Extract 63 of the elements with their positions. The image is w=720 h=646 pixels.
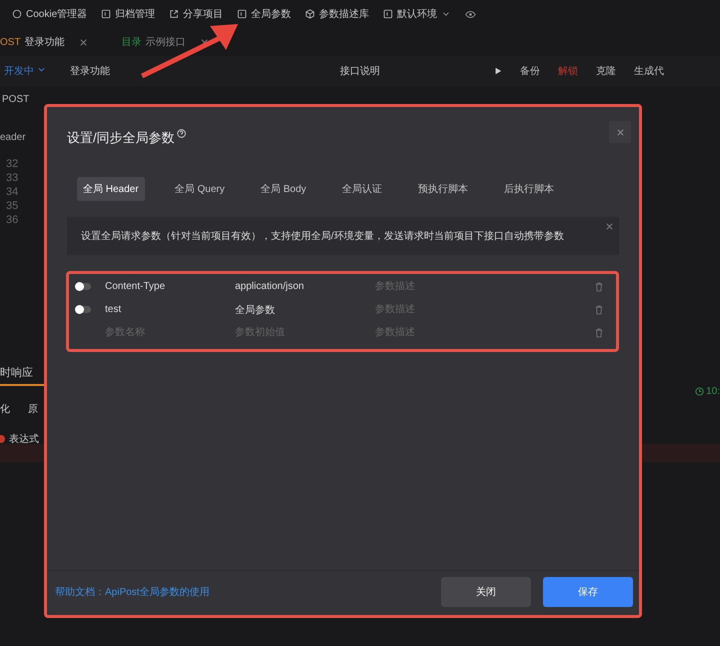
action-button[interactable]: 备份 [520,64,540,78]
delete-icon[interactable] [595,304,603,314]
action-button[interactable]: 克隆 [596,64,616,78]
line-number: 35 [6,199,20,213]
close-icon[interactable] [200,38,209,46]
response-time: 10: [706,386,720,397]
save-button[interactable]: 保存 [543,577,633,607]
square-icon [383,9,394,19]
view-tab[interactable]: 化 [0,402,10,416]
description-label: 接口说明 [340,64,381,78]
eye-icon[interactable] [465,10,476,18]
toolbar-item[interactable]: 全局参数 [237,7,292,21]
method-label: 目录 [122,36,142,49]
delete-icon[interactable] [595,328,603,338]
cube-icon [305,9,316,19]
line-number: 33 [6,171,20,185]
param-name[interactable]: Content-Type [105,281,235,292]
toggle-switch[interactable] [77,283,91,290]
help-link[interactable]: 帮助文档：ApiPost全局参数的使用 [55,585,210,599]
toolbar-item[interactable]: 归档管理 [101,7,156,21]
toolbar-item[interactable]: 默认环境 [383,7,452,21]
dialog-tab[interactable]: 全局 Query [168,177,231,201]
toolbar-item[interactable]: 分享项目 [169,7,224,21]
play-icon[interactable] [494,67,502,75]
dialog-tab[interactable]: 全局 Body [254,177,312,201]
param-name[interactable]: test [105,304,235,315]
request-tab[interactable]: 目录 示例接口 [122,35,209,49]
section-tab[interactable]: eader [0,132,44,143]
share-icon [169,9,180,19]
chevron-icon [37,65,46,74]
circle-icon [12,9,22,19]
notice-text: 设置全局请求参数（针对当前项目有效），支持使用全局/环境变量，发送请求时当前项目下接口自动携带参数 [81,230,564,243]
square-icon [237,9,248,19]
toggle-switch[interactable] [77,306,91,313]
dialog-tab[interactable]: 后执行脚本 [498,177,560,201]
param-value[interactable]: 全局参数 [235,302,375,316]
request-tab[interactable]: OST 登录功能 [0,35,88,49]
line-number: 36 [6,213,20,227]
close-icon [616,128,624,136]
dialog-tab[interactable]: 全局认证 [336,177,388,201]
close-icon[interactable] [78,38,88,46]
close-button[interactable] [609,121,631,143]
method-label: POST [1,93,30,105]
close-button[interactable]: 关闭 [441,577,531,607]
help-icon[interactable] [176,129,186,138]
view-tab[interactable]: 原 [28,402,38,416]
clock-icon [695,387,704,396]
dialog-tab[interactable]: 全局 Header [77,177,145,201]
close-icon[interactable] [605,222,614,231]
toolbar-item[interactable]: 参数描述库 [305,7,370,21]
dialog-tab[interactable]: 预执行脚本 [412,177,474,201]
status-dropdown[interactable]: 开发中 [0,64,46,78]
request-name: 登录功能 [70,64,111,78]
line-number: 34 [6,185,20,199]
action-button[interactable]: 生成代 [634,64,664,78]
method-label: OST [0,36,21,48]
error-text: 表达式 [9,432,39,446]
param-value[interactable]: application/json [235,281,375,292]
line-number: 32 [6,157,20,171]
toolbar-item[interactable]: Cookie管理器 [12,7,88,21]
delete-icon[interactable] [595,282,603,292]
square-icon [101,9,112,19]
dialog-title: 设置/同步全局参数 [67,129,175,147]
